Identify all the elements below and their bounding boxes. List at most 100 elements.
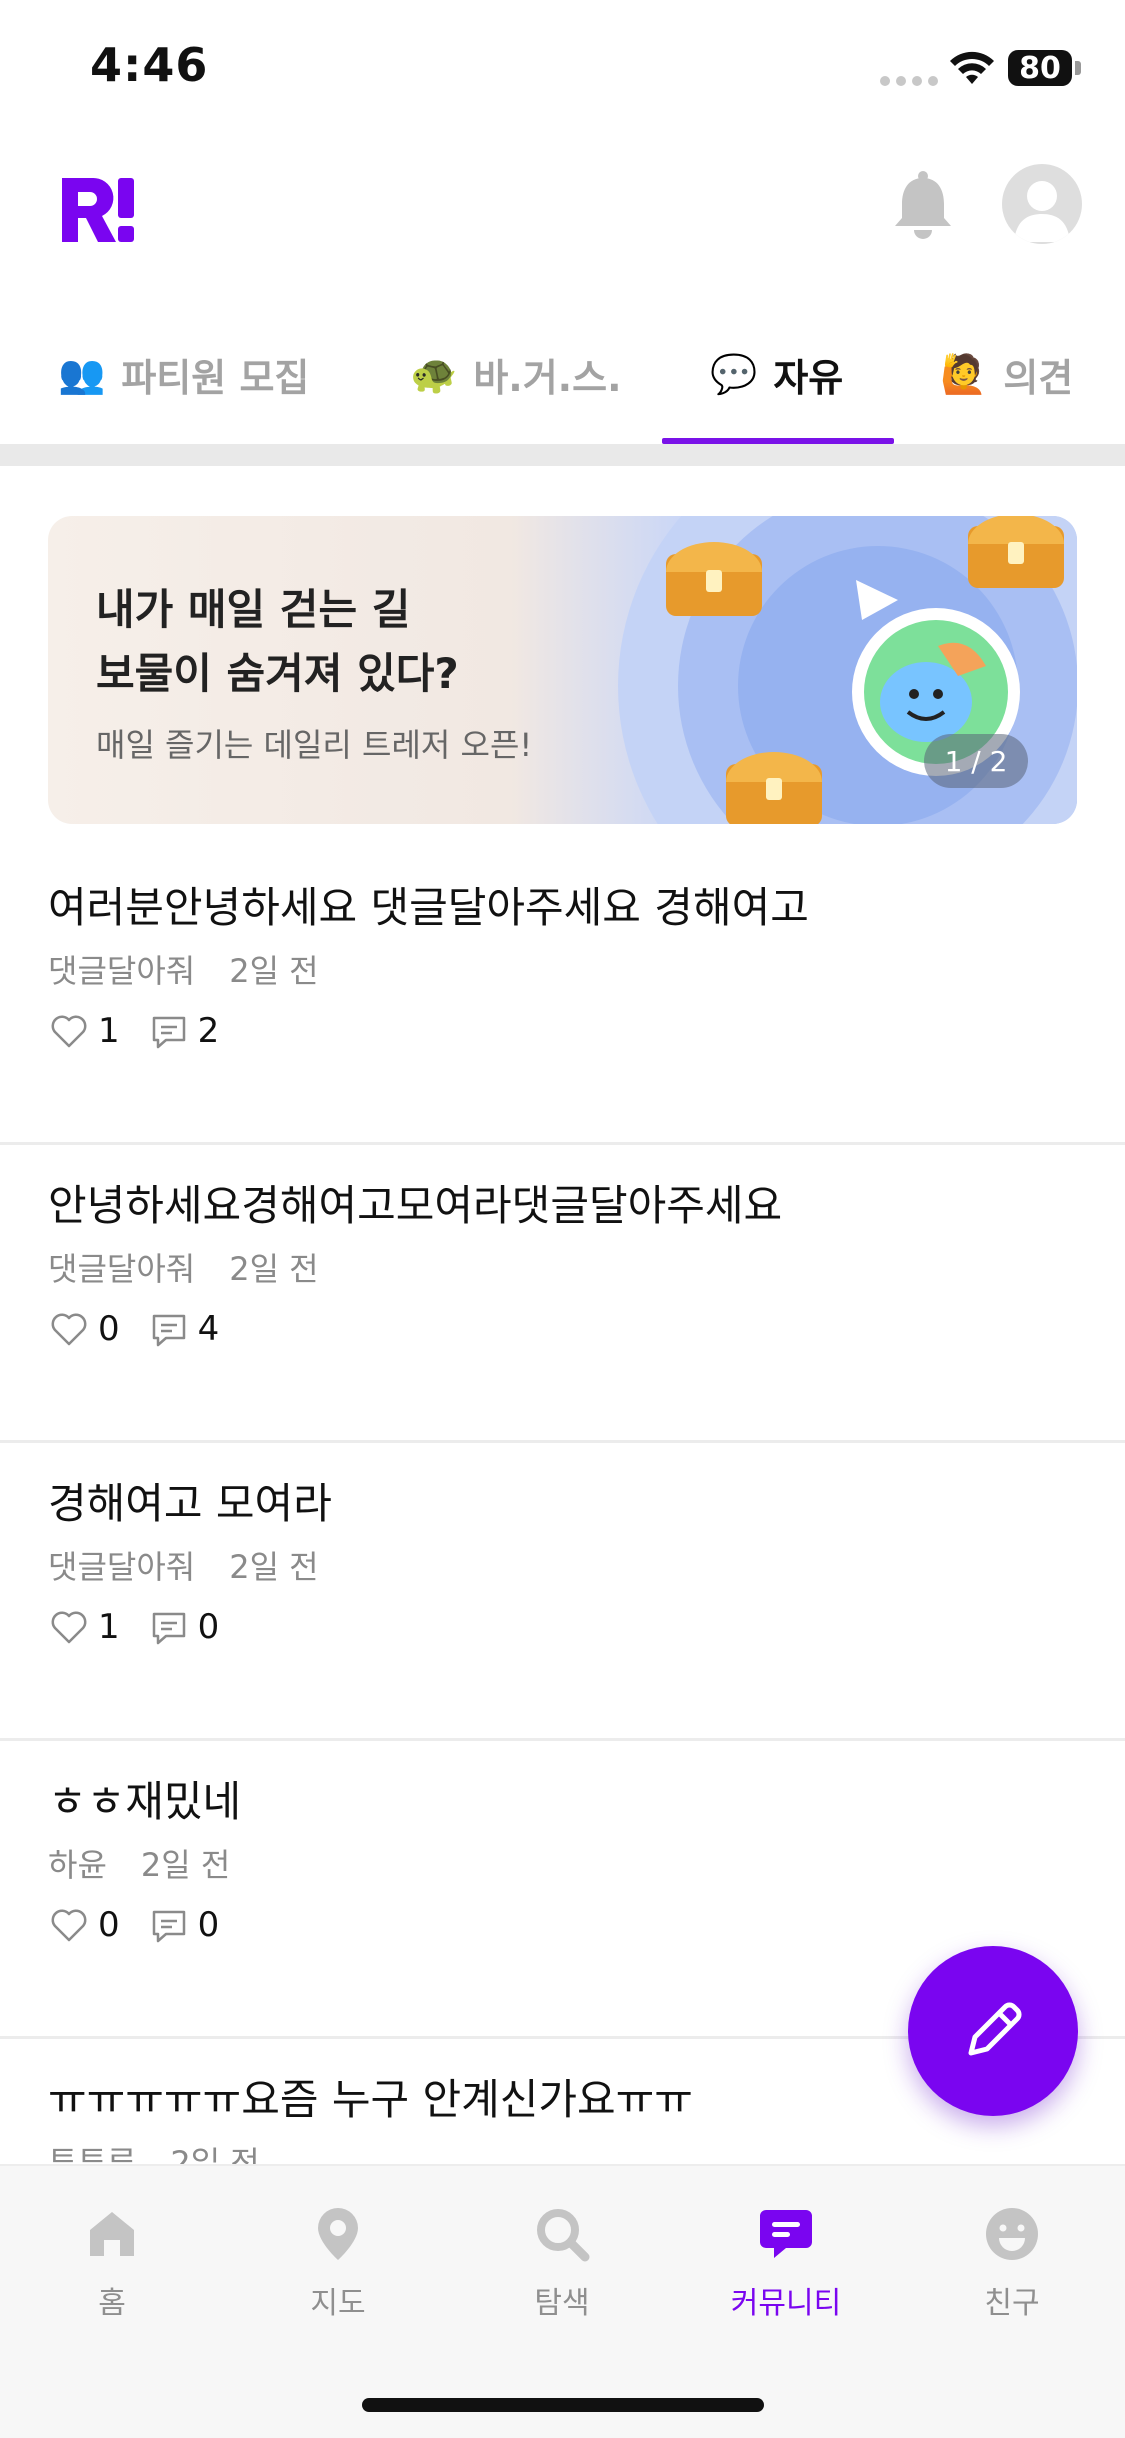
post-item[interactable]: 안녕하세요경해여고모여라댓글달아주세요 댓글달아줘 2일 전 0 4 [0,1144,1125,1443]
comment-count: 4 [197,1309,220,1349]
heart-icon [51,1611,87,1644]
speech-bubble-icon: 💬 [710,351,758,396]
bell-icon[interactable] [890,170,956,242]
like-count: 1 [98,1607,120,1647]
nav-explore[interactable]: 탐색 [482,2204,642,2322]
nav-friends[interactable]: 친구 [932,2204,1092,2322]
post-stats: 0 4 [48,1308,219,1350]
comment-stat[interactable]: 0 [148,1904,220,1946]
status-time: 4:46 [90,38,209,92]
post-meta: 댓글달아줘 2일 전 [48,1244,319,1290]
banner-title-line2: 보물이 숨겨져 있다? [96,649,459,698]
post-title: 경해여고 모여라 [48,1479,332,1528]
comment-stat[interactable]: 0 [148,1606,220,1648]
like-count: 1 [98,1011,120,1051]
pencil-icon [968,2002,1022,2056]
nav-map[interactable]: 지도 [258,2204,418,2322]
nav-home[interactable]: 홈 [32,2204,192,2322]
category-tabs: 👥 파티원 모집 🐢 바.거.스. 💬 자유 🙋 의견 [0,310,1125,445]
home-indicator[interactable] [362,2398,764,2412]
nav-label: 커뮤니티 [730,2286,842,2321]
comment-count: 2 [197,1011,220,1051]
tab-label: 파티원 모집 [121,355,310,400]
post-meta: 하윤 2일 전 [48,1840,230,1886]
nav-label: 친구 [984,2286,1040,2321]
banner-title: 내가 매일 걷는 길 보물이 숨겨져 있다? [96,578,459,706]
treasure-chest-icon [666,542,762,616]
post-title: 안녕하세요경해여고모여라댓글달아주세요 [48,1181,783,1230]
like-stat[interactable]: 0 [48,1308,120,1350]
wifi-icon [950,51,994,84]
banner-title-line1: 내가 매일 걷는 길 [96,585,411,634]
comment-stat[interactable]: 2 [148,1010,220,1052]
post-stats: 0 0 [48,1904,219,1946]
battery-cap [1075,61,1081,75]
tab-label: 자유 [773,355,844,400]
post-time: 2일 전 [140,1846,231,1884]
nav-label: 지도 [310,2286,366,2321]
battery-icon: 80 [1008,50,1072,86]
post-title: ㅠㅠㅠㅠㅠ요즘 누구 안계신가요ㅠㅠ [48,2075,693,2124]
tab-bagus[interactable]: 🐢 바.거.스. [410,344,622,404]
treasure-chest-icon [726,752,822,824]
nav-label: 탐색 [534,2286,590,2321]
post-author: 댓글달아줘 [48,952,196,990]
section-divider [0,444,1125,466]
post-item[interactable]: 여러분안녕하세요 댓글달아주세요 경해여고 댓글달아줘 2일 전 1 2 [0,846,1125,1145]
banner-subtitle: 매일 즐기는 데일리 트레저 오픈! [96,726,533,764]
post-time: 2일 전 [229,1548,319,1586]
post-meta: 댓글달아줘 2일 전 [48,946,319,992]
comment-icon [152,1910,185,1943]
tab-label: 바.거.스. [473,355,622,400]
post-author: 댓글달아줘 [48,1250,196,1288]
home-icon [90,2212,134,2256]
post-stats: 1 0 [48,1606,219,1648]
people-icon: 👥 [58,351,106,396]
post-time: 2일 전 [229,1250,319,1288]
post-time: 2일 전 [229,952,319,990]
avatar[interactable] [1002,164,1082,244]
post-author: 하윤 [48,1846,107,1884]
raising-hand-icon: 🙋 [940,351,988,396]
r-logo-icon[interactable] [58,170,138,250]
like-count: 0 [98,1309,120,1349]
heart-icon [51,1015,87,1048]
comment-icon [152,1314,185,1347]
post-stats: 1 2 [48,1010,219,1052]
like-stat[interactable]: 0 [48,1904,120,1946]
heart-icon [51,1909,87,1942]
comment-stat[interactable]: 4 [148,1308,220,1350]
comment-count: 0 [197,1607,220,1647]
banner-page-counter: 1 / 2 [924,734,1028,788]
post-author: 댓글달아줘 [48,1548,196,1586]
bottom-nav: 홈 지도 탐색 커뮤니티 친구 [0,2164,1125,2438]
tab-free[interactable]: 💬 자유 [710,344,843,404]
post-item[interactable]: 경해여고 모여라 댓글달아줘 2일 전 1 0 [0,1442,1125,1741]
status-bar: 4:46 80 [0,0,1125,140]
event-banner[interactable]: 내가 매일 걷는 길 보물이 숨겨져 있다? 매일 즐기는 데일리 트레저 오픈… [48,516,1077,824]
map-pin-icon [318,2208,358,2260]
like-stat[interactable]: 1 [48,1606,120,1648]
comment-icon [152,1016,185,1049]
post-meta: 댓글달아줘 2일 전 [48,1542,319,1588]
tab-label: 의견 [1003,355,1074,400]
friends-icon [986,2208,1038,2260]
tab-opinion[interactable]: 🙋 의견 [940,344,1073,404]
user-avatar-icon [1014,181,1070,242]
cellular-signal-icon [880,76,938,86]
nav-label: 홈 [98,2286,126,2321]
nav-community[interactable]: 커뮤니티 [706,2204,866,2322]
app-header [0,140,1125,310]
community-icon [760,2210,812,2258]
write-post-button[interactable] [908,1946,1078,2116]
search-icon [537,2209,590,2262]
comment-count: 0 [197,1905,220,1945]
turtle-icon: 🐢 [410,351,458,396]
post-title: 여러분안녕하세요 댓글달아주세요 경해여고 [48,883,809,932]
tab-party[interactable]: 👥 파티원 모집 [58,344,309,404]
comment-icon [152,1612,185,1645]
like-stat[interactable]: 1 [48,1010,120,1052]
treasure-chest-icon [968,516,1064,588]
post-title: ㅎㅎ재밌네 [48,1777,242,1826]
like-count: 0 [98,1905,120,1945]
